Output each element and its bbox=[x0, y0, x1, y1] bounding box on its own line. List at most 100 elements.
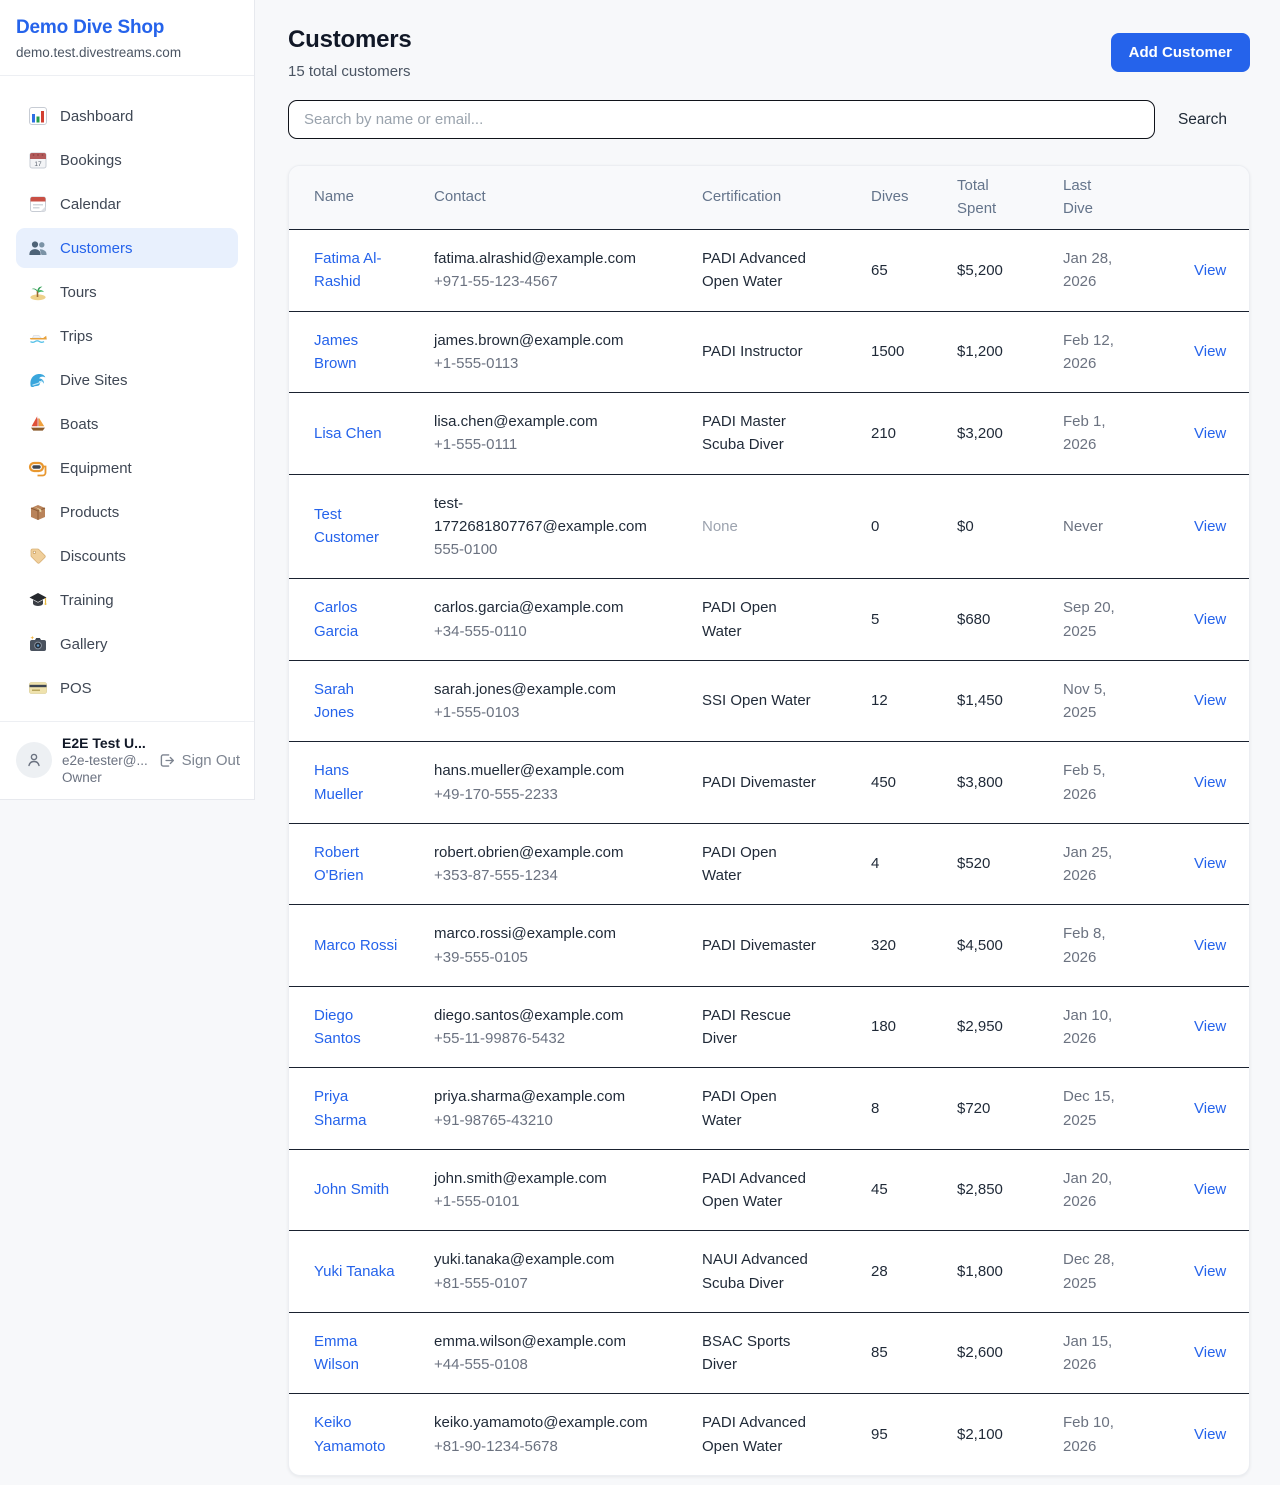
view-customer-link[interactable]: View bbox=[1194, 1100, 1226, 1117]
customer-certification: PADI Open Water bbox=[702, 579, 871, 661]
sidebar-item-training[interactable]: Training bbox=[16, 580, 238, 620]
customer-name-link[interactable]: Emma Wilson bbox=[314, 1333, 359, 1373]
sidebar-item-pos[interactable]: POS bbox=[16, 668, 238, 708]
customer-dives: 320 bbox=[871, 905, 957, 987]
customer-certification: NAUI Advanced Scuba Diver bbox=[702, 1231, 871, 1313]
view-customer-link[interactable]: View bbox=[1194, 855, 1226, 872]
customer-last-dive: Dec 28, 2025 bbox=[1063, 1231, 1169, 1313]
customer-total-spent: $1,800 bbox=[957, 1231, 1063, 1313]
customer-name-link[interactable]: John Smith bbox=[314, 1181, 389, 1198]
sidebar-item-tours[interactable]: Tours bbox=[16, 272, 238, 312]
customer-name-link[interactable]: Marco Rossi bbox=[314, 937, 397, 954]
table-row: John Smith john.smith@example.com +1-555… bbox=[289, 1149, 1249, 1231]
customer-name-link[interactable]: Hans Mueller bbox=[314, 762, 363, 802]
sign-out-button[interactable]: Sign Out bbox=[158, 752, 240, 769]
customer-name-link[interactable]: James Brown bbox=[314, 332, 358, 372]
customer-name-link[interactable]: Diego Santos bbox=[314, 1007, 361, 1047]
table-row: Test Customer test-1772681807767@example… bbox=[289, 474, 1249, 579]
sidebar-item-label: Training bbox=[60, 592, 114, 609]
customer-name-link[interactable]: Fatima Al-Rashid bbox=[314, 250, 382, 290]
customer-email: emma.wilson@example.com bbox=[434, 1330, 634, 1353]
sidebar-item-products[interactable]: Products bbox=[16, 492, 238, 532]
brand: Demo Dive Shop demo.test.divestreams.com bbox=[0, 0, 254, 76]
customer-certification: PADI Rescue Diver bbox=[702, 986, 871, 1068]
sidebar-item-trips[interactable]: Trips bbox=[16, 316, 238, 356]
customer-phone: +81-90-1234-5678 bbox=[434, 1435, 634, 1458]
view-customer-link[interactable]: View bbox=[1194, 1181, 1226, 1198]
customer-total-spent: $720 bbox=[957, 1068, 1063, 1150]
customer-email: carlos.garcia@example.com bbox=[434, 596, 634, 619]
view-customer-link[interactable]: View bbox=[1194, 1263, 1226, 1280]
sidebar-item-dive-sites[interactable]: Dive Sites bbox=[16, 360, 238, 400]
column-header-total-spent: Total Spent bbox=[957, 166, 1063, 230]
customer-certification: PADI Divemaster bbox=[702, 905, 871, 987]
wave-icon bbox=[28, 370, 48, 390]
customer-dives: 450 bbox=[871, 742, 957, 824]
sidebar-item-equipment[interactable]: Equipment bbox=[16, 448, 238, 488]
customer-phone: +55-11-99876-5432 bbox=[434, 1027, 634, 1050]
customer-certification: PADI Instructor bbox=[702, 311, 871, 393]
add-customer-button[interactable]: Add Customer bbox=[1111, 33, 1250, 72]
customer-email: lisa.chen@example.com bbox=[434, 410, 634, 433]
customer-name-link[interactable]: Test Customer bbox=[314, 506, 379, 546]
customer-name-link[interactable]: Robert O'Brien bbox=[314, 844, 364, 884]
view-customer-link[interactable]: View bbox=[1194, 518, 1226, 535]
customer-total-spent: $4,500 bbox=[957, 905, 1063, 987]
view-customer-link[interactable]: View bbox=[1194, 937, 1226, 954]
sidebar-item-dashboard[interactable]: Dashboard bbox=[16, 96, 238, 136]
customer-total-spent: $520 bbox=[957, 823, 1063, 905]
view-customer-link[interactable]: View bbox=[1194, 611, 1226, 628]
customer-total-spent: $2,100 bbox=[957, 1394, 1063, 1475]
table-row: Robert O'Brien robert.obrien@example.com… bbox=[289, 823, 1249, 905]
customer-dives: 0 bbox=[871, 474, 957, 579]
sidebar-item-customers[interactable]: Customers bbox=[16, 228, 238, 268]
sidebar-item-discounts[interactable]: Discounts bbox=[16, 536, 238, 576]
view-customer-link[interactable]: View bbox=[1194, 425, 1226, 442]
table-row: Diego Santos diego.santos@example.com +5… bbox=[289, 986, 1249, 1068]
view-customer-link[interactable]: View bbox=[1194, 262, 1226, 279]
column-header-name: Name bbox=[289, 166, 434, 230]
customer-dives: 1500 bbox=[871, 311, 957, 393]
customer-dives: 180 bbox=[871, 986, 957, 1068]
shop-domain: demo.test.divestreams.com bbox=[16, 45, 238, 60]
customer-name-link[interactable]: Lisa Chen bbox=[314, 425, 382, 442]
customer-certification: PADI Open Water bbox=[702, 823, 871, 905]
customers-table-card: Name Contact Certification Dives Total S… bbox=[288, 165, 1250, 1476]
customer-phone: +49-170-555-2233 bbox=[434, 783, 634, 806]
sign-out-label: Sign Out bbox=[182, 752, 240, 769]
view-customer-link[interactable]: View bbox=[1194, 343, 1226, 360]
column-header-actions bbox=[1169, 166, 1249, 230]
customer-last-dive: Jan 25, 2026 bbox=[1063, 823, 1169, 905]
customer-phone: +353-87-555-1234 bbox=[434, 864, 634, 887]
customer-certification: PADI Master Scuba Diver bbox=[702, 393, 871, 475]
sidebar-item-label: Gallery bbox=[60, 636, 108, 653]
customer-certification: BSAC Sports Diver bbox=[702, 1312, 871, 1394]
sidebar-nav: Dashboard 17 Bookings Calendar Customers… bbox=[0, 76, 254, 721]
view-customer-link[interactable]: View bbox=[1194, 692, 1226, 709]
customer-total-spent: $3,200 bbox=[957, 393, 1063, 475]
view-customer-link[interactable]: View bbox=[1194, 1426, 1226, 1443]
sidebar: Demo Dive Shop demo.test.divestreams.com… bbox=[0, 0, 255, 800]
sidebar-item-bookings[interactable]: 17 Bookings bbox=[16, 140, 238, 180]
customer-last-dive: Nov 5, 2025 bbox=[1063, 660, 1169, 742]
search-button[interactable]: Search bbox=[1155, 111, 1250, 129]
sidebar-item-gallery[interactable]: Gallery bbox=[16, 624, 238, 664]
view-customer-link[interactable]: View bbox=[1194, 1018, 1226, 1035]
customer-email: robert.obrien@example.com bbox=[434, 841, 634, 864]
customer-name-link[interactable]: Yuki Tanaka bbox=[314, 1263, 395, 1280]
sidebar-item-boats[interactable]: Boats bbox=[16, 404, 238, 444]
customer-dives: 8 bbox=[871, 1068, 957, 1150]
customer-last-dive: Sep 20, 2025 bbox=[1063, 579, 1169, 661]
customer-name-link[interactable]: Carlos Garcia bbox=[314, 599, 358, 639]
customer-name-link[interactable]: Priya Sharma bbox=[314, 1088, 367, 1128]
customer-last-dive: Jan 10, 2026 bbox=[1063, 986, 1169, 1068]
customer-name-link[interactable]: Keiko Yamamoto bbox=[314, 1414, 385, 1454]
sidebar-item-calendar[interactable]: Calendar bbox=[16, 184, 238, 224]
view-customer-link[interactable]: View bbox=[1194, 1344, 1226, 1361]
customer-name-link[interactable]: Sarah Jones bbox=[314, 681, 354, 721]
user-name: E2E Test U... bbox=[62, 734, 148, 752]
view-customer-link[interactable]: View bbox=[1194, 774, 1226, 791]
sidebar-item-label: Discounts bbox=[60, 548, 126, 565]
customer-phone: +971-55-123-4567 bbox=[434, 270, 634, 293]
search-input[interactable] bbox=[288, 100, 1155, 139]
